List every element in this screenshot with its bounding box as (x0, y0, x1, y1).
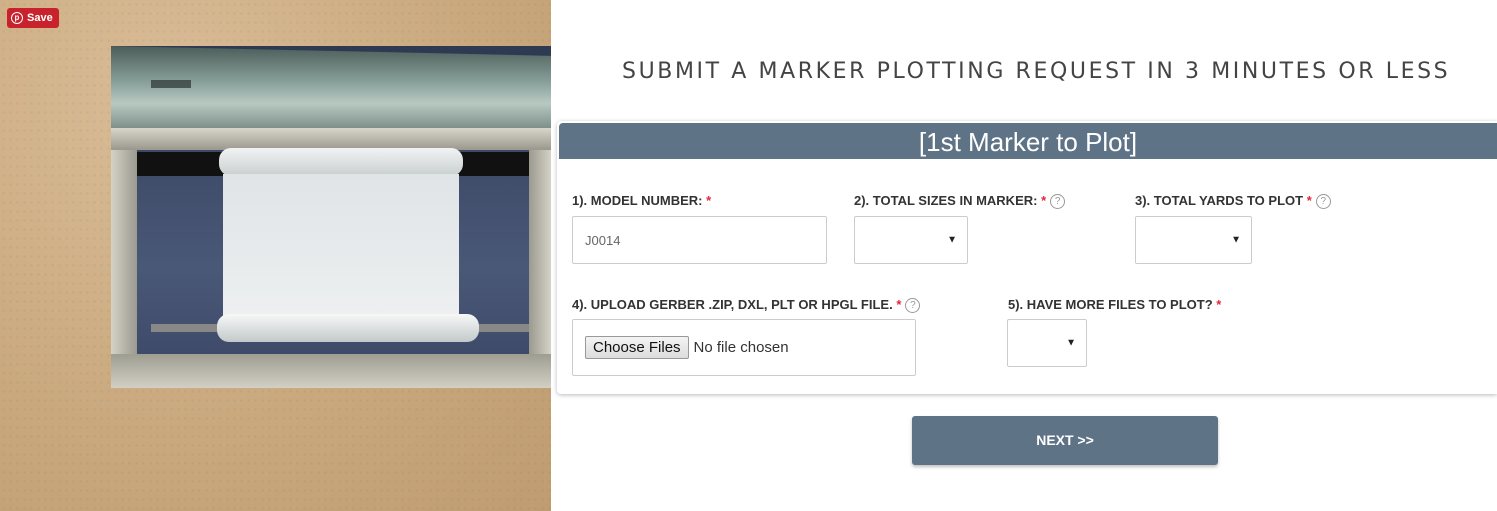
pinterest-save-label: Save (27, 12, 53, 24)
total-yards-select[interactable]: ▼ (1135, 216, 1252, 264)
total-sizes-label: 2). TOTAL SIZES IN MARKER: *? (854, 193, 1066, 209)
file-upload-field[interactable]: Choose Files No file chosen (572, 319, 916, 376)
help-icon[interactable]: ? (1050, 194, 1066, 209)
dropdown-arrow-icon: ▼ (1066, 337, 1076, 349)
form-title: [1st Marker to Plot] (559, 123, 1497, 159)
file-status: No file chosen (693, 339, 789, 356)
model-number-input[interactable] (572, 216, 827, 264)
help-icon[interactable]: ? (1315, 194, 1331, 209)
plotter-photo (111, 46, 551, 388)
pinterest-icon: p (11, 12, 23, 24)
pinterest-save-button[interactable]: p Save (7, 8, 59, 28)
upload-file-label: 4). UPLOAD GERBER .ZIP, DXL, PLT OR HPGL… (572, 297, 921, 313)
next-button[interactable]: NEXT >> (912, 416, 1218, 465)
total-sizes-select[interactable]: ▼ (854, 216, 968, 264)
model-number-label: 1). MODEL NUMBER: * (572, 193, 712, 208)
more-files-label: 5). HAVE MORE FILES TO PLOT? * (1008, 297, 1222, 312)
dropdown-arrow-icon: ▼ (947, 234, 957, 246)
total-yards-label: 3). TOTAL YARDS TO PLOT *? (1135, 193, 1331, 209)
more-files-select[interactable]: ▼ (1007, 319, 1087, 367)
help-icon[interactable]: ? (905, 298, 921, 313)
page-heading: SUBMIT A MARKER PLOTTING REQUEST IN 3 MI… (622, 58, 1451, 84)
choose-files-button[interactable]: Choose Files (585, 336, 689, 359)
dropdown-arrow-icon: ▼ (1231, 234, 1241, 246)
